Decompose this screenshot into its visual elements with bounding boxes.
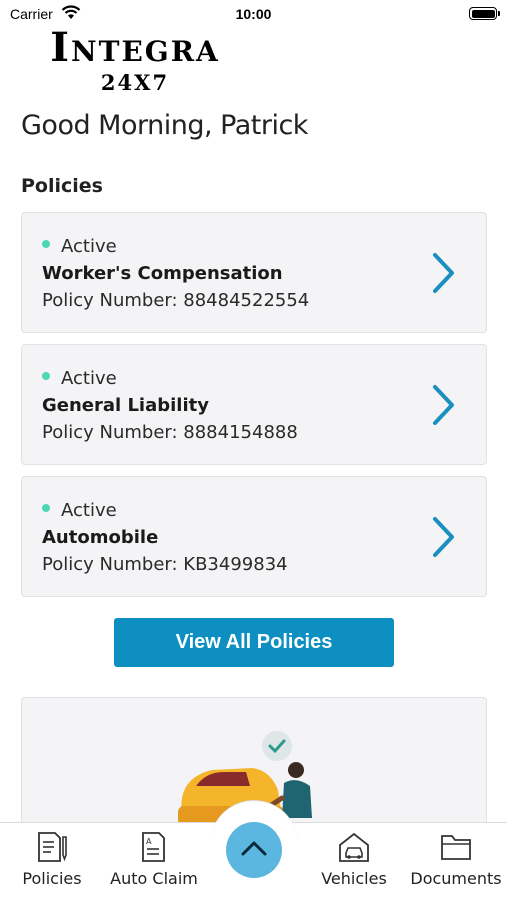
policies-section-title: Policies <box>21 175 103 197</box>
document-pen-icon <box>38 832 67 862</box>
chevron-right-icon[interactable] <box>430 251 458 295</box>
tab-label: Documents <box>410 869 502 888</box>
battery-icon <box>469 7 500 20</box>
car-garage-icon <box>339 832 369 862</box>
active-status-dot <box>42 372 50 380</box>
chevron-right-icon[interactable] <box>430 515 458 559</box>
greeting-title: Good Morning, Patrick <box>21 110 308 141</box>
chevron-right-icon[interactable] <box>430 383 458 427</box>
tab-label: Auto Claim <box>110 869 198 888</box>
policy-name: Worker's Compensation <box>42 263 283 284</box>
policy-card-general-liability[interactable]: Active General Liability Policy Number: … <box>21 344 487 465</box>
policy-card-workers-compensation[interactable]: Active Worker's Compensation Policy Numb… <box>21 212 487 333</box>
tab-policies[interactable]: Policies <box>18 831 86 888</box>
clock: 10:00 <box>235 6 272 22</box>
folder-icon <box>441 835 471 860</box>
policy-number: Policy Number: 8884154888 <box>42 422 298 443</box>
policy-name: General Liability <box>42 395 209 416</box>
tab-auto-claim[interactable]: A Auto Claim <box>108 831 200 888</box>
active-status-dot <box>42 504 50 512</box>
policy-number: Policy Number: 88484522554 <box>42 290 310 311</box>
policy-name: Automobile <box>42 527 159 548</box>
svg-text:A: A <box>146 837 152 846</box>
tab-vehicles[interactable]: Vehicles <box>314 831 394 888</box>
policy-status: Active <box>42 500 117 521</box>
tab-label: Vehicles <box>321 869 387 888</box>
policy-status: Active <box>42 236 117 257</box>
expand-menu-button[interactable] <box>226 822 282 878</box>
tab-label: Policies <box>22 869 82 888</box>
app-logo: Integra 24X7 <box>10 28 260 98</box>
claim-form-icon: A <box>142 832 165 862</box>
logo-subtitle: 24X7 <box>100 70 170 95</box>
chevron-up-icon <box>241 841 267 856</box>
tab-documents[interactable]: Documents <box>408 831 504 888</box>
policy-status: Active <box>42 368 117 389</box>
view-all-policies-button[interactable]: View All Policies <box>114 618 394 667</box>
policy-number: Policy Number: KB3499834 <box>42 554 288 575</box>
policy-card-automobile[interactable]: Active Automobile Policy Number: KB34998… <box>21 476 487 597</box>
active-status-dot <box>42 240 50 248</box>
logo-wordmark: Integra <box>50 24 220 71</box>
